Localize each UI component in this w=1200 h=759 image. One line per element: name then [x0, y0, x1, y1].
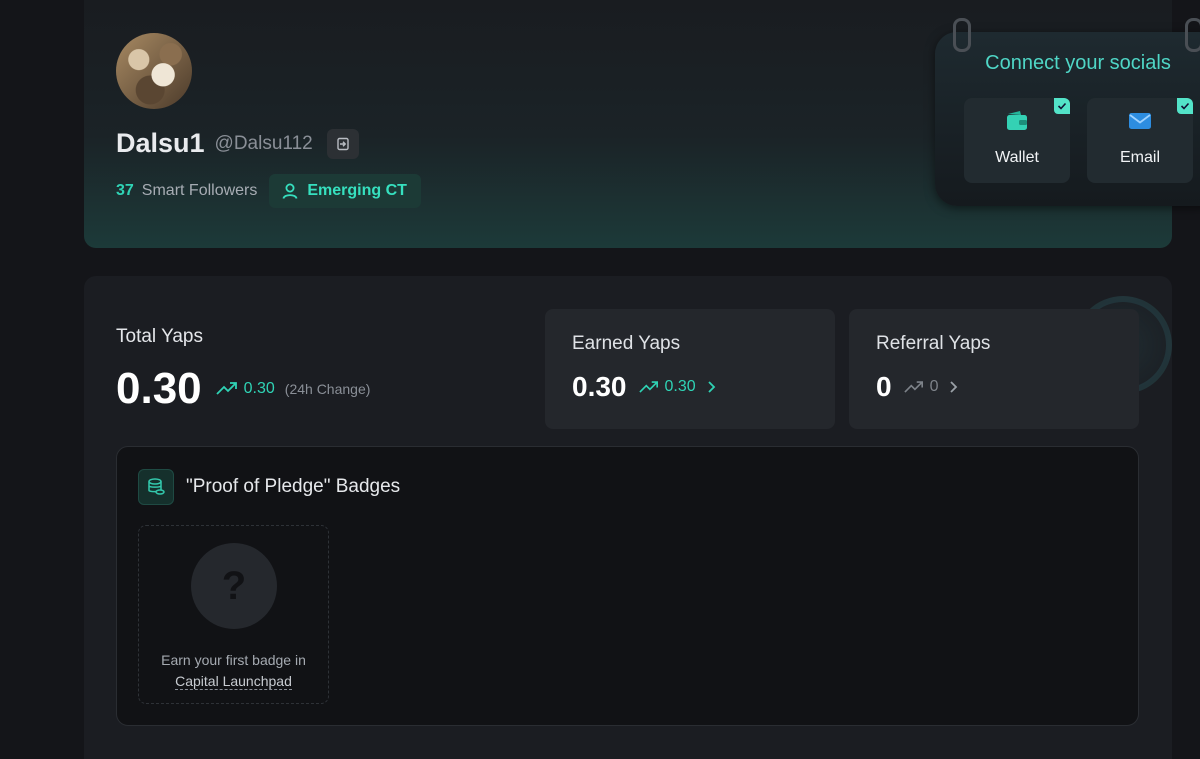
- profile-name: Dalsu1: [116, 128, 205, 158]
- referral-yaps-label: Referral Yaps: [876, 333, 991, 354]
- tier-label: Emerging CT: [307, 182, 407, 199]
- earned-yaps-value: 0.30: [572, 371, 627, 402]
- yaps-stats-card: Total Yaps 0.30 0.30 (24h Change) Earned…: [84, 276, 1172, 759]
- capital-launchpad-link[interactable]: Capital Launchpad: [175, 673, 292, 690]
- followers-row: 37 Smart Followers Emerging CT: [116, 174, 421, 208]
- binder-ring-right: [1185, 18, 1200, 52]
- binder-ring-left: [953, 18, 971, 52]
- total-yaps-change: 0.30: [243, 380, 275, 397]
- logout-button[interactable]: [326, 128, 359, 159]
- chevron-right-icon: [708, 381, 715, 393]
- earned-yaps-tile[interactable]: Earned Yaps 0.30 0.30: [545, 309, 835, 429]
- social-email-button[interactable]: Email: [1087, 98, 1193, 183]
- trending-up-icon: [903, 380, 923, 393]
- referral-yaps-row: 0 0: [876, 371, 960, 403]
- social-email-label: Email: [1119, 149, 1160, 166]
- wallet-icon: [1005, 110, 1029, 137]
- badges-header: "Proof of Pledge" Badges: [138, 469, 400, 505]
- smart-followers-count: 37: [116, 182, 134, 199]
- avatar[interactable]: [116, 33, 192, 109]
- total-yaps-value: 0.30: [116, 364, 202, 413]
- coins-stack-icon: [138, 469, 174, 505]
- trending-up-icon: [216, 382, 237, 395]
- total-yaps-label: Total Yaps: [116, 326, 203, 347]
- total-yaps-row: 0.30 0.30 (24h Change): [116, 364, 370, 414]
- earned-yaps-change: 0.30: [664, 378, 696, 395]
- badges-title: "Proof of Pledge" Badges: [186, 476, 401, 497]
- mail-icon: [1128, 110, 1152, 137]
- trending-up-icon: [638, 380, 658, 393]
- wallet-connected-check: [1054, 98, 1070, 114]
- empty-badge-slot: ? Earn your first badge in Capital Launc…: [138, 525, 329, 704]
- email-connected-check: [1177, 98, 1193, 114]
- earned-yaps-label: Earned Yaps: [572, 333, 681, 354]
- referral-yaps-value: 0: [876, 371, 892, 402]
- social-wallet-button[interactable]: Wallet: [964, 98, 1070, 183]
- social-wallet-label: Wallet: [995, 149, 1039, 166]
- badges-section: "Proof of Pledge" Badges ? Earn your fir…: [116, 446, 1139, 726]
- smart-followers-label: Smart Followers: [141, 182, 258, 199]
- empty-badge-prefix: Earn your first badge in: [161, 652, 306, 668]
- profile-card: Dalsu1 @Dalsu112 37 Smart Followers Emer…: [84, 0, 1200, 248]
- chevron-right-icon: [950, 381, 958, 393]
- earned-yaps-row: 0.30 0.30: [572, 371, 718, 403]
- logout-icon: [337, 137, 349, 150]
- socials-title: Connect your socials: [985, 52, 1171, 74]
- tier-badge: Emerging CT: [269, 174, 421, 208]
- profile-name-row: Dalsu1 @Dalsu112: [116, 128, 359, 159]
- empty-badge-text: Earn your first badge in Capital Launchp…: [139, 650, 328, 692]
- user-icon: [282, 183, 298, 199]
- total-yaps-change-note: (24h Change): [284, 381, 371, 397]
- socials-card: Connect your socials Wallet Email: [935, 18, 1200, 206]
- question-mark-icon: ?: [191, 543, 277, 629]
- referral-yaps-change: 0: [929, 378, 939, 395]
- referral-yaps-tile[interactable]: Referral Yaps 0 0: [849, 309, 1139, 429]
- profile-handle: @Dalsu112: [214, 132, 313, 154]
